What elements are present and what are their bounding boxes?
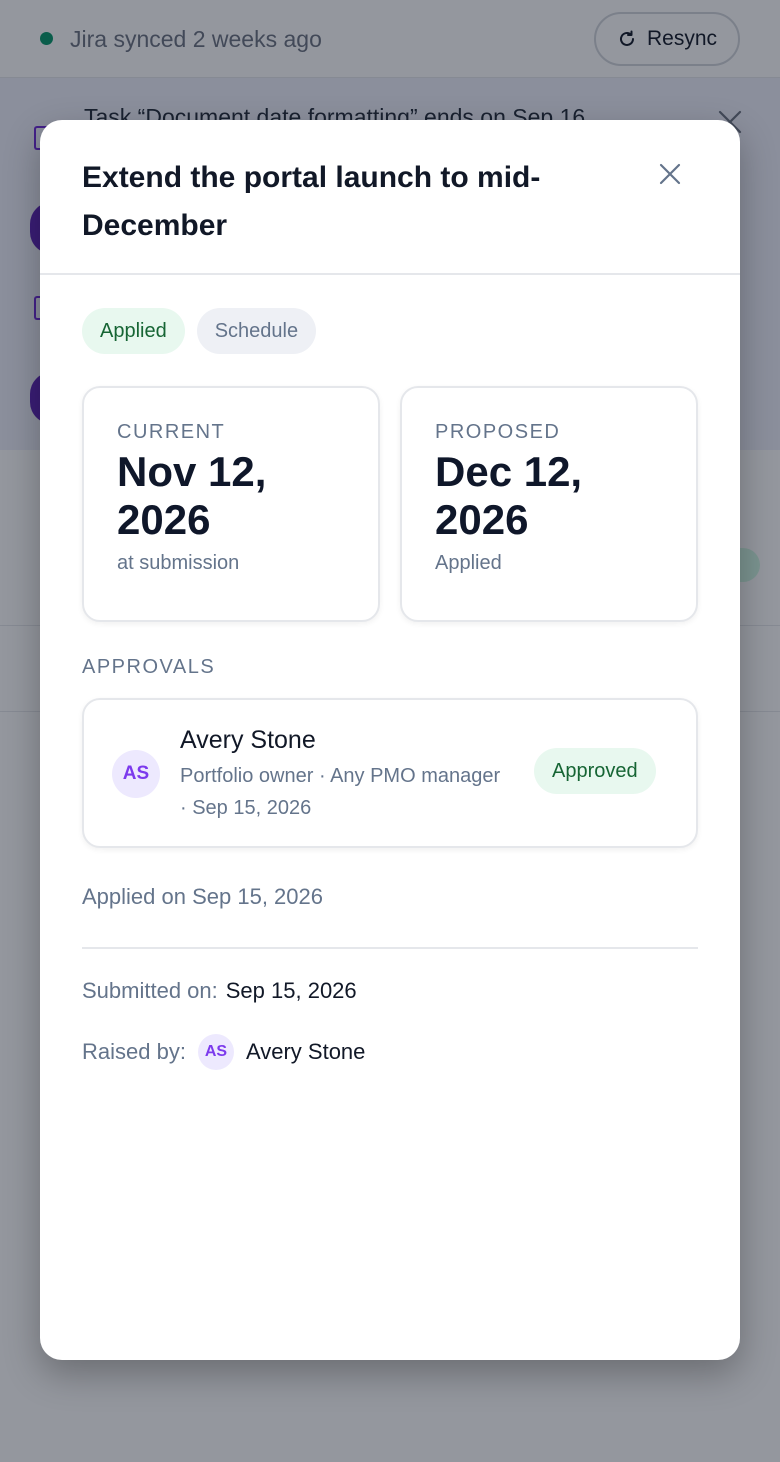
tag-chips: Applied Schedule: [82, 308, 317, 354]
avatar: AS: [197, 1034, 234, 1070]
close-icon: [659, 163, 681, 185]
divider: [82, 947, 698, 949]
raised-by-label: Raised by:: [82, 1039, 186, 1064]
current-label: CURRENT: [117, 421, 226, 443]
approver-meta: Portfolio owner · Any PMO manager · Sep …: [180, 765, 501, 819]
current-date-card: CURRENT Nov 12, 2026 at submission: [82, 386, 380, 622]
change-request-modal: Extend the portal launch to mid-December…: [40, 120, 740, 1360]
status-chip: Applied: [82, 308, 185, 354]
close-button[interactable]: [652, 156, 688, 192]
current-subtext: at submission: [117, 552, 240, 574]
approvals-heading: APPROVALS: [82, 656, 216, 678]
approval-status-badge: Approved: [534, 748, 656, 794]
raised-by-name: Avery Stone: [245, 1039, 366, 1064]
submitted-value: Sep 15, 2026: [225, 978, 357, 1003]
applied-on-text: Applied on Sep 15, 2026: [82, 884, 323, 909]
raised-by-row: Raised by: AS Avery Stone: [82, 1034, 365, 1070]
current-date: Nov 12, 2026: [117, 448, 267, 543]
proposed-label: PROPOSED: [435, 421, 561, 443]
modal-title: Extend the portal launch to mid-December: [82, 161, 541, 242]
submitted-row: Submitted on: Sep 15, 2026: [82, 976, 357, 1006]
proposed-date: Dec 12, 2026: [435, 448, 583, 543]
proposed-subtext: Applied: [435, 552, 502, 574]
modal-header: Extend the portal launch to mid-December: [40, 120, 740, 275]
submitted-label: Submitted on:: [82, 978, 218, 1003]
approval-item: AS Avery Stone Portfolio owner · Any PMO…: [82, 698, 698, 848]
type-chip: Schedule: [196, 308, 317, 354]
proposed-date-card: PROPOSED Dec 12, 2026 Applied: [400, 386, 698, 622]
approver-name: Avery Stone: [180, 726, 316, 754]
avatar: AS: [112, 750, 160, 798]
